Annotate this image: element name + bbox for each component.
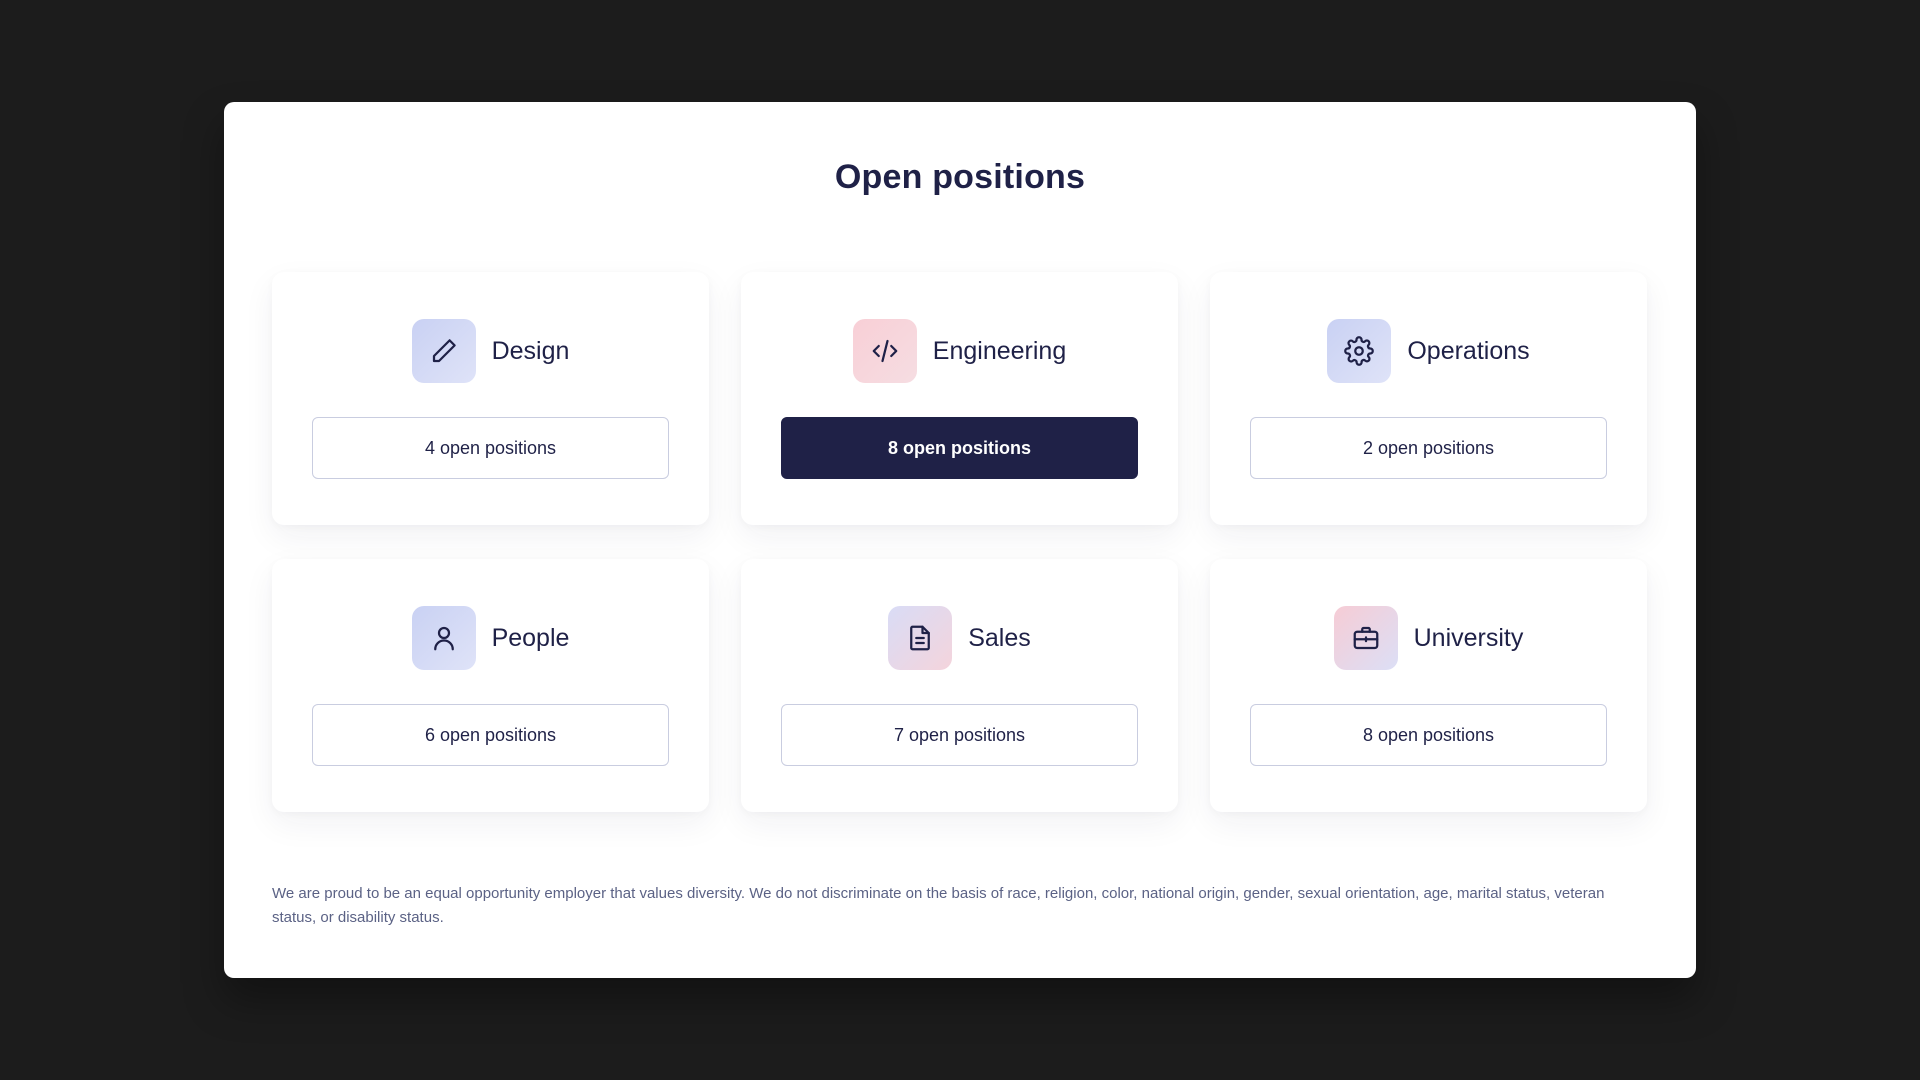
department-header: People	[272, 606, 709, 670]
document-icon	[910, 625, 931, 651]
department-card-design: Design 4 open positions	[272, 272, 709, 525]
department-name: Engineering	[932, 336, 1067, 365]
departments-grid: Design 4 open positions Engineering 8 op…	[272, 272, 1648, 812]
department-header: Operations	[1210, 319, 1647, 383]
pencil-icon	[432, 339, 456, 363]
department-header: University	[1210, 606, 1647, 670]
open-positions-button-operations[interactable]: 2 open positions	[1250, 417, 1607, 479]
department-icon-tile	[852, 319, 917, 383]
department-card-people: People 6 open positions	[272, 559, 709, 812]
open-positions-button-sales[interactable]: 7 open positions	[781, 704, 1138, 766]
department-header: Design	[272, 319, 709, 383]
department-name: Design	[491, 336, 570, 365]
department-name: University	[1413, 623, 1524, 652]
gear-icon	[1344, 336, 1375, 366]
user-icon	[433, 626, 454, 651]
open-positions-button-university[interactable]: 8 open positions	[1250, 704, 1607, 766]
page-title: Open positions	[834, 158, 1086, 196]
department-card-university: University 8 open positions	[1210, 559, 1647, 812]
department-header: Engineering	[741, 319, 1178, 383]
department-icon-tile	[411, 319, 476, 383]
department-card-engineering: Engineering 8 open positions	[741, 272, 1178, 525]
department-name: Sales	[968, 623, 1031, 652]
department-card-sales: Sales 7 open positions	[741, 559, 1178, 812]
department-icon-tile	[888, 606, 953, 670]
department-card-operations: Operations 2 open positions	[1210, 272, 1647, 525]
department-name: People	[491, 623, 570, 652]
open-positions-panel: Open positions Design 4 open positions E…	[224, 102, 1696, 978]
open-positions-button-design[interactable]: 4 open positions	[312, 417, 669, 479]
department-icon-tile	[411, 606, 476, 670]
briefcase-icon	[1353, 626, 1378, 650]
open-positions-button-engineering[interactable]: 8 open positions	[781, 417, 1138, 479]
department-header: Sales	[741, 606, 1178, 670]
open-positions-button-people[interactable]: 6 open positions	[312, 704, 669, 766]
equal-opportunity-statement: We are proud to be an equal opportunity …	[272, 885, 1605, 926]
department-name: Operations	[1407, 336, 1530, 365]
department-icon-tile	[1333, 606, 1398, 670]
department-icon-tile	[1327, 319, 1392, 383]
code-icon	[872, 339, 898, 363]
